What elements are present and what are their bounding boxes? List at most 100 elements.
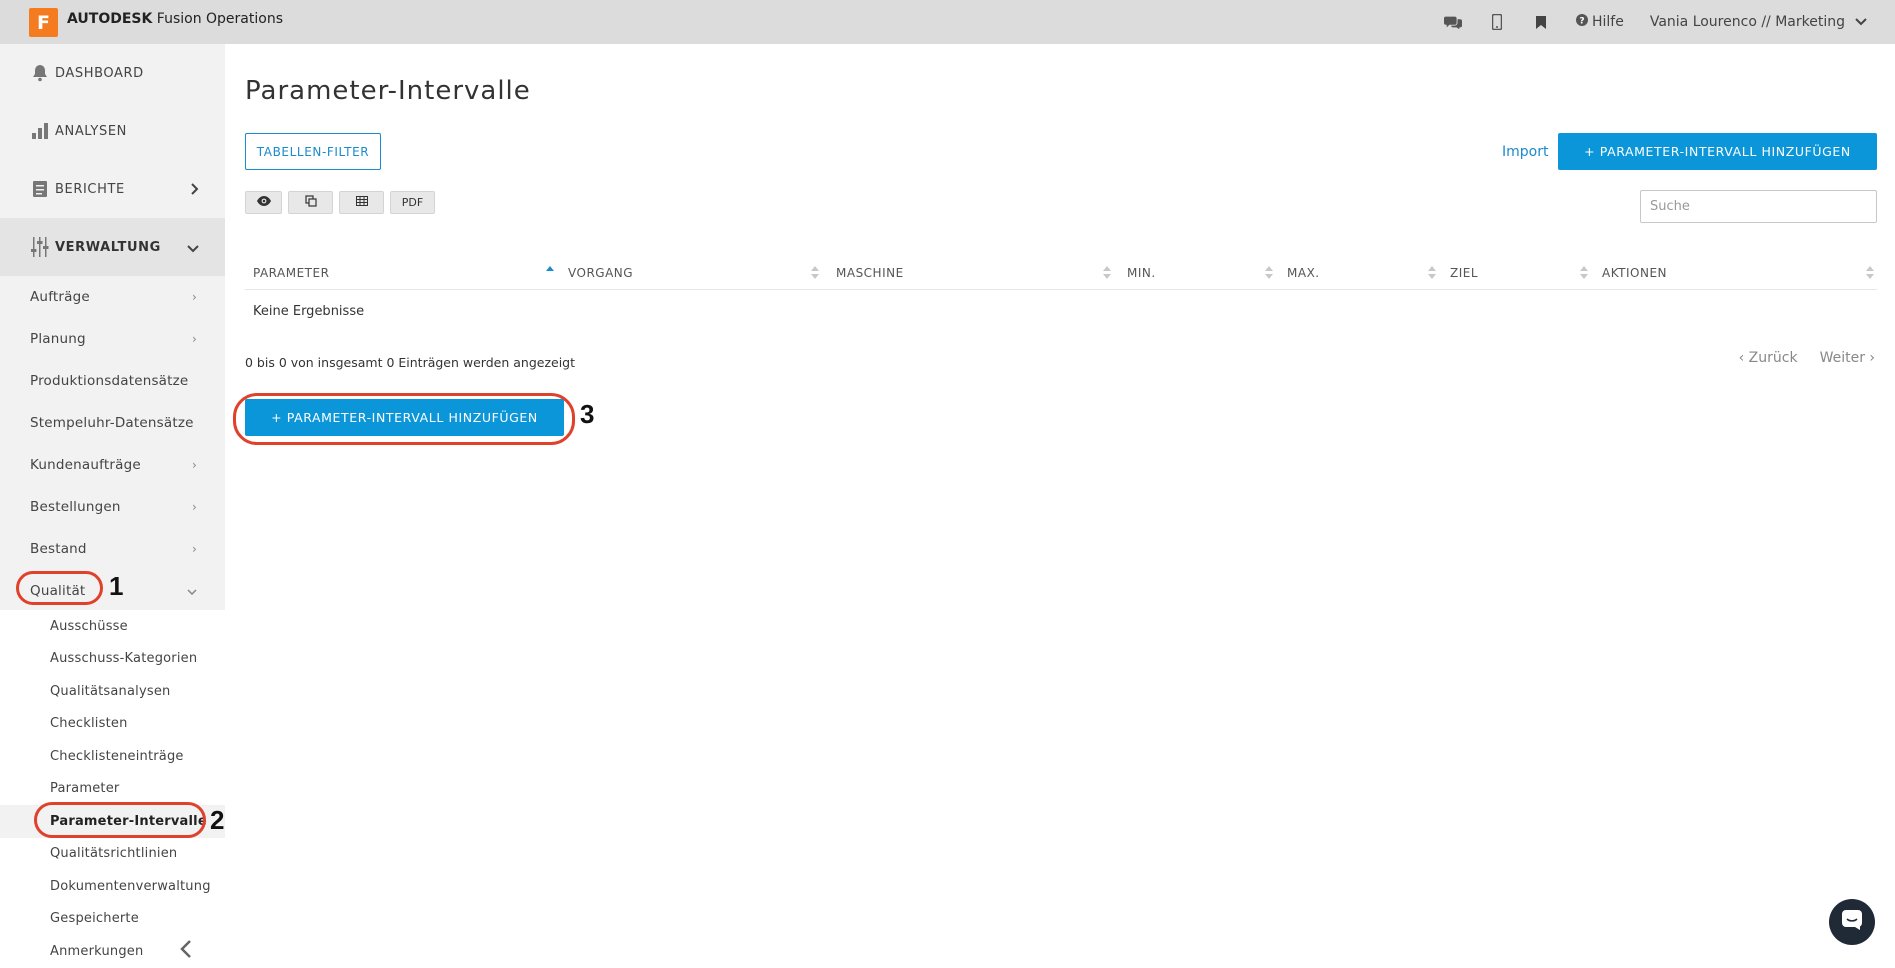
main-content: Parameter-Intervalle TABELLEN-FILTER Imp… [225,44,1895,965]
annotation-number-2: 2 [210,805,225,835]
chat-icon[interactable] [1443,13,1462,31]
annotation-number-3: 3 [580,399,595,429]
report-icon [29,178,51,200]
annotation-ring-2 [34,802,206,838]
sidebar-item-bestand[interactable]: Bestand › [0,528,225,570]
sidebar-item-label: VERWALTUNG [55,239,161,255]
submenu-item-qualitaetsrichtlinien[interactable]: Qualitätsrichtlinien [0,838,225,871]
sort-icon[interactable] [1265,266,1273,280]
next-page-button[interactable]: Weiter › [1820,350,1875,366]
column-label: MASCHINE [836,265,904,280]
bell-icon [29,62,51,84]
submenu-item-qualitaetsanalysen[interactable]: Qualitätsanalysen [0,675,225,708]
column-header-parameter[interactable]: PARAMETER [253,255,329,290]
sidebar-item-label: BERICHTE [55,181,125,197]
help-label: Hilfe [1591,14,1624,30]
pagination: ‹ Zurück Weiter › [1739,350,1875,366]
excel-export-button[interactable] [339,191,384,214]
annotation-ring-1 [16,571,103,605]
collapse-sidebar-icon[interactable] [180,936,192,964]
table-filter-button[interactable]: TABELLEN-FILTER [245,133,381,170]
help-icon: ? [1575,14,1588,30]
copy-icon [304,195,317,210]
pdf-export-button[interactable]: PDF [390,191,435,214]
brand-bold: AUTODESK [67,11,153,27]
chevron-right-icon [191,180,199,199]
previous-page-button[interactable]: ‹ Zurück [1739,350,1798,366]
column-header-maschine[interactable]: MASCHINE [836,255,904,290]
sidebar-item-label: Bestand [30,541,87,557]
annotation-number-1: 1 [109,571,124,601]
sort-asc-icon[interactable] [546,266,554,280]
copy-button[interactable] [288,191,333,214]
mobile-icon[interactable] [1488,13,1506,31]
sidebar-item-label: Aufträge [30,289,90,305]
chat-bubble-icon [1841,909,1863,935]
sidebar-item-produktionsdatensaetze[interactable]: Produktionsdatensätze [0,360,225,402]
submenu-item-dokumentenverwaltung[interactable]: Dokumentenverwaltung [0,870,225,903]
sort-icon[interactable] [811,266,819,280]
chevron-right-icon: › [192,290,197,304]
sidebar-item-label: Planung [30,331,86,347]
sidebar-item-berichte[interactable]: BERICHTE [0,160,225,218]
column-label: PARAMETER [253,265,330,280]
sort-icon[interactable] [1428,266,1436,280]
submenu-item-checklisteneintraege[interactable]: Checklisteneinträge [0,740,225,773]
sidebar-item-kundenauftraege[interactable]: Kundenaufträge › [0,444,225,486]
chevron-right-icon: › [192,542,197,556]
user-label: Vania Lourenco // Marketing [1649,14,1845,30]
column-label: VORGANG [568,265,634,280]
bookmark-icon[interactable] [1532,13,1550,31]
help-link[interactable]: ? Hilfe [1575,14,1624,30]
add-parameter-interval-button[interactable]: + PARAMETER-INTERVALL HINZUFÜGEN [1558,133,1877,170]
sidebar-item-label: Produktionsdatensätze [30,373,189,389]
column-header-vorgang[interactable]: VORGANG [568,255,633,290]
app-logo[interactable]: F [29,8,58,37]
submenu-item-ausschuesse[interactable]: Ausschüsse [0,610,225,643]
sidebar-item-dashboard[interactable]: DASHBOARD [0,44,225,102]
svg-text:?: ? [1579,17,1584,27]
sidebar-item-bestellungen[interactable]: Bestellungen › [0,486,225,528]
column-header-max[interactable]: MAX. [1287,255,1320,290]
table-tools: PDF [245,191,435,214]
chevron-right-icon: › [192,332,197,346]
sidebar-item-label: DASHBOARD [55,65,144,81]
table-icon [355,196,368,209]
column-visibility-button[interactable] [245,191,282,214]
sidebar-item-stempeluhr[interactable]: Stempeluhr-Datensätze [0,402,225,444]
submenu-item-ausschuss-kategorien[interactable]: Ausschuss-Kategorien [0,643,225,676]
sort-icon[interactable] [1866,266,1874,280]
sidebar-item-label: Bestellungen [30,499,121,515]
sidebar-item-verwaltung[interactable]: VERWALTUNG [0,218,225,276]
sidebar-item-planung[interactable]: Planung › [0,318,225,360]
sort-icon[interactable] [1103,266,1111,280]
submenu-item-gespeicherte[interactable]: Gespeicherte [0,903,225,936]
column-label: MIN. [1127,265,1156,280]
sidebar-item-label: ANALYSEN [55,123,127,139]
sort-icon[interactable] [1580,266,1588,280]
support-chat-button[interactable] [1829,899,1875,945]
table-header: PARAMETER VORGANG MASCHINE MIN. MAX. ZIE… [245,255,1877,290]
submenu-item-parameter[interactable]: Parameter [0,773,225,806]
table-info: 0 bis 0 von insgesamt 0 Einträgen werden… [245,355,576,370]
column-header-aktionen[interactable]: AKTIONEN [1602,255,1667,290]
sidebar-item-analysen[interactable]: ANALYSEN [0,102,225,160]
user-menu[interactable]: Vania Lourenco // Marketing [1650,14,1867,30]
brand-name: AUTODESK Fusion Operations [67,11,283,27]
import-link[interactable]: Import [1502,144,1548,160]
bar-chart-icon [29,120,51,142]
sidebar-item-label: Kundenaufträge [30,457,141,473]
submenu-item-checklisten[interactable]: Checklisten [0,708,225,741]
brand-product: Fusion Operations [152,11,283,27]
sliders-icon [29,236,51,258]
chevron-down-icon [1855,14,1867,30]
column-header-ziel[interactable]: ZIEL [1450,255,1478,290]
empty-table-message: Keine Ergebnisse [253,304,365,319]
quality-submenu: Ausschüsse Ausschuss-Kategorien Qualität… [0,610,225,965]
column-header-min[interactable]: MIN. [1127,255,1156,290]
sidebar-item-auftraege[interactable]: Aufträge › [0,276,225,318]
top-bar: F AUTODESK Fusion Operations ? Hilfe Van… [0,0,1895,44]
search-input[interactable] [1640,190,1877,223]
chevron-right-icon: › [192,500,197,514]
annotation-ring-3 [233,393,575,445]
